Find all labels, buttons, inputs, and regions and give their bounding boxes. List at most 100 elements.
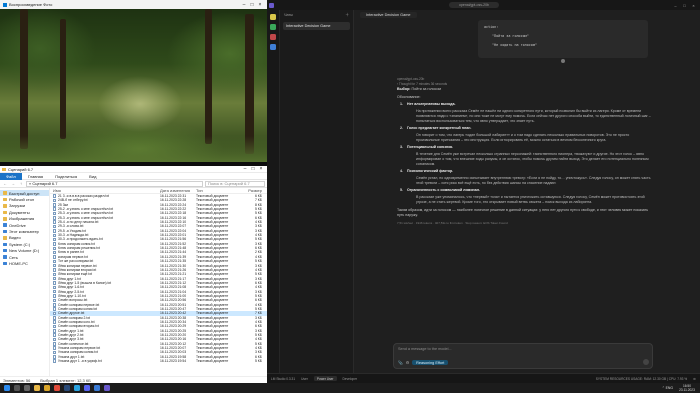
start-icon[interactable] [4, 385, 10, 391]
code-line: "Пойти за голосом" [492, 34, 529, 38]
nav-item-label: Рабочий стол [9, 197, 35, 203]
explorer-taskbar-icon[interactable] [34, 385, 40, 391]
model-search-input[interactable]: openai/gpt-oss-20b [449, 2, 499, 8]
list-number: 5. [400, 188, 403, 192]
close-button[interactable]: × [257, 166, 265, 172]
yandex-icon[interactable] [54, 385, 60, 391]
path-field[interactable]: « Сценарий 6.7 [26, 180, 203, 187]
code-block: action: "Пойти за голосом" "Не ходить на… [478, 20, 648, 58]
mode-user[interactable]: User [301, 377, 308, 381]
file-list: Имя Дата изменения Тип Размер 21 3 -я в.… [50, 188, 267, 376]
settings-icon[interactable]: ⚙ [406, 360, 409, 365]
nav-item-label: Документы [9, 209, 30, 215]
up-arrow-icon[interactable]: ↑ [18, 181, 24, 186]
list-title: Нет альтернативы выхода. [407, 102, 456, 106]
lm-studio-taskbar-icon[interactable] [104, 385, 110, 391]
generation-stats: 7,51 tok/sec · 1946 tokens · 407,53s to … [397, 221, 508, 225]
mode-power-user[interactable]: Power User [313, 376, 337, 381]
send-icon[interactable] [643, 359, 649, 365]
search-icon[interactable] [14, 385, 20, 391]
desktop: Воспроизведение Фото – □ × Сценарий 6.7 … [0, 0, 700, 393]
photo-viewer-window: Воспроизведение Фото – □ × [0, 0, 267, 166]
maximize-button[interactable]: □ [680, 3, 689, 8]
table-row[interactable]: Ульяна друг 1 -я в укриф.txt 16.11.2023 1… [50, 359, 267, 363]
close-button[interactable]: × [256, 2, 264, 8]
file-size: 5 КБ [254, 359, 262, 364]
minimize-button[interactable]: – [241, 166, 249, 172]
list-title: Голос предлагает конкретный план. [407, 126, 472, 130]
ribbon-tabs: Файл Главная Поделиться Вид [0, 172, 267, 180]
address-bar: ← → ↑ « Сценарий 6.7 Поиск в: Сценарий 6… [0, 180, 267, 188]
pc-icon [3, 261, 7, 266]
lm-app-icon [269, 2, 274, 8]
choice-value: Пойти за голосом [411, 87, 441, 91]
reasoning-effort-button[interactable]: Reasoning Effort [412, 360, 449, 365]
photos-icon[interactable] [94, 385, 100, 391]
nav-item-label: Сеть [9, 254, 18, 260]
nav-item-label: Загрузки [9, 203, 26, 209]
list-body: Он говорит о том, что лагерь «один больш… [416, 133, 630, 142]
close-button[interactable]: × [689, 3, 698, 8]
minimize-button[interactable]: – [240, 2, 248, 8]
lm-titlebar: openai/gpt-oss-20b – □ × [267, 0, 700, 10]
tab-view[interactable]: Вид [83, 173, 102, 180]
file-name-cell: Ульяна друг 1 -я в укриф.txt [50, 359, 160, 363]
message-input[interactable]: Send a message to the model... 📎 ⚙ Reaso… [393, 343, 653, 369]
column-name[interactable]: Имя [50, 188, 160, 193]
task-view-icon[interactable] [24, 385, 30, 391]
discord-icon[interactable] [84, 385, 90, 391]
assistant-message: openai/gpt-oss-20b › Thought for 7 minut… [397, 77, 653, 226]
tab-share[interactable]: Поделиться [49, 173, 83, 180]
new-chat-icon[interactable]: ＋ [345, 13, 349, 18]
list-item: 4. Психологический фактор. [397, 169, 653, 174]
folder-icon [3, 197, 7, 202]
nav-item-label: Быстрый доступ [9, 190, 40, 196]
attach-icon[interactable]: 📎 [398, 360, 403, 365]
mode-developer[interactable]: Developer [343, 377, 358, 381]
back-arrow-icon[interactable]: ← [2, 181, 8, 186]
chat-icon[interactable] [270, 14, 276, 20]
closing-text: Таким образом, идти за голосом — наиболе… [397, 208, 649, 217]
nav-item-label: OneDrive [9, 222, 26, 228]
tab-chat[interactable]: Interactive Decision Game [360, 12, 417, 18]
search-input[interactable]: Поиск в: Сценарий 6.7 [205, 180, 265, 187]
column-type[interactable]: Тип [196, 188, 240, 193]
lm-statusbar: LM Studio 0.3.31 User Power User Develop… [267, 373, 700, 383]
code-line: "Не ходить на голосом" [492, 43, 537, 47]
chats-sidebar: Чаты ＋ Interactive Decision Game [280, 10, 354, 373]
browser-icon[interactable] [44, 385, 50, 391]
taskbar: ⌃ ENG 16:50 23.11.2023 [0, 383, 700, 393]
steam-icon[interactable] [64, 385, 70, 391]
list-item: 1. Нет альтернативы выхода. [397, 102, 653, 107]
maximize-button[interactable]: □ [248, 2, 256, 8]
code-line: action: [484, 25, 499, 29]
telegram-icon[interactable] [74, 385, 80, 391]
pc-icon [3, 229, 7, 234]
tab-home[interactable]: Главная [22, 173, 49, 180]
nav-item[interactable]: HOME-PC [0, 260, 49, 266]
nav-item-label: New Volume (D:) [9, 248, 40, 254]
nav-item-label: Этот компьютер [9, 229, 39, 235]
choice-label: Выбор: [397, 87, 411, 91]
column-date[interactable]: Дата изменения [160, 188, 196, 193]
cloud-icon [3, 223, 7, 227]
clock[interactable]: 16:50 23.11.2023 [677, 384, 697, 392]
nav-item-label: HOME-PC [9, 260, 28, 266]
tray-icons[interactable]: ⌃ ENG [662, 386, 673, 390]
search-icon[interactable] [270, 44, 276, 50]
gear-icon[interactable]: ⚙ [693, 377, 696, 381]
list-number: 2. [400, 126, 403, 130]
forward-arrow-icon[interactable]: → [10, 181, 16, 186]
tab-file[interactable]: Файл [0, 172, 22, 180]
column-size[interactable]: Размер [240, 188, 264, 193]
drive-icon [3, 248, 7, 253]
developer-icon[interactable] [270, 24, 276, 30]
selection-info: Выбран 1 элемент: 12,3 КБ [40, 377, 91, 383]
maximize-button[interactable]: □ [249, 166, 257, 172]
models-icon[interactable] [270, 34, 276, 40]
input-placeholder: Send a message to the model... [398, 347, 452, 351]
rationale-heading: Обоснование: [397, 95, 421, 99]
minimize-button[interactable]: – [671, 3, 680, 8]
status-bar: Элементов: 56 Выбран 1 элемент: 12,3 КБ [0, 376, 267, 383]
chat-item[interactable]: Interactive Decision Game [283, 22, 350, 30]
